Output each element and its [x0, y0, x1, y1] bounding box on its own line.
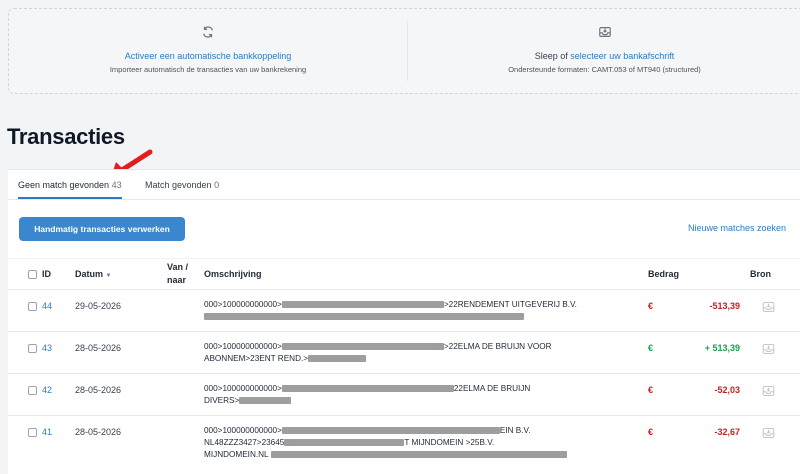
header-amount: Bedrag	[648, 269, 680, 279]
redacted-text	[281, 301, 444, 309]
auto-bank-link-title[interactable]: Activeer een automatische bankkoppeling	[9, 51, 407, 61]
desc-line2-suffix: T MIJNDOMEIN >25B.V.	[404, 438, 495, 447]
desc-prefix: 000>100000000000>	[204, 300, 282, 309]
header-date-label: Datum	[75, 269, 104, 279]
sort-down-icon: ▼	[105, 273, 112, 279]
desc-prefix: 000>100000000000>	[204, 384, 282, 393]
currency-symbol: €	[648, 427, 654, 437]
upload-formats-text: Ondersteunde formaten: CAMT.053 of MT940…	[508, 65, 701, 74]
header-source: Bron	[750, 269, 771, 279]
row-checkbox[interactable]	[28, 302, 37, 311]
row-checkbox[interactable]	[28, 344, 37, 353]
download-icon[interactable]	[762, 427, 775, 439]
redacted-text	[270, 451, 567, 459]
table-row[interactable]: 41 28-05-2026 000>100000000000> EIN B.V. …	[8, 417, 800, 474]
transaction-tabs: Geen match gevonden 43 Match gevonden 0	[8, 170, 800, 200]
desc-suffix: >22RENDEMENT UITGEVERIJ B.V.	[443, 300, 577, 309]
tab-no-match-label: Geen match gevonden	[18, 180, 110, 190]
manual-process-button[interactable]: Handmatig transacties verwerken	[19, 217, 185, 241]
table-row[interactable]: 42 28-05-2026 000>100000000000> 22ELMA DE…	[8, 375, 800, 416]
desc-suffix: EIN B.V.	[499, 426, 531, 435]
upload-statement-option[interactable]: Sleep of selecteer uw bankafschrift Onde…	[408, 9, 800, 93]
table-header: ID Datum ▼ Van / naar Omschrijving Bedrag…	[8, 258, 800, 290]
row-date: 28-05-2026	[75, 427, 122, 437]
header-id[interactable]: ID	[42, 269, 51, 279]
redacted-text	[239, 397, 292, 405]
row-checkbox[interactable]	[28, 386, 37, 395]
currency-symbol: €	[648, 343, 654, 353]
header-date[interactable]: Datum ▼	[75, 269, 111, 279]
row-amount: -513,39	[709, 301, 740, 311]
tab-no-match-count: 43	[111, 180, 122, 190]
redacted-text	[308, 355, 367, 363]
desc-suffix: 22ELMA DE BRUIJN	[453, 384, 531, 393]
row-id-link[interactable]: 42	[42, 385, 52, 395]
download-icon[interactable]	[762, 301, 775, 313]
desc-line2: ABONNEM>23ENT REND.>	[204, 354, 309, 363]
header-from-to-line1: Van /	[167, 262, 189, 272]
redacted-text	[281, 427, 500, 435]
redacted-text	[284, 439, 405, 447]
redacted-text	[281, 385, 454, 393]
page-title: Transacties	[7, 124, 125, 149]
auto-bank-link-subtitle: Importeer automatisch de transacties van…	[109, 65, 307, 74]
row-description: 000>100000000000> EIN B.V. NL48ZZZ3427>23…	[204, 425, 644, 461]
currency-symbol: €	[648, 301, 654, 311]
tab-match-found-count: 0	[214, 180, 220, 190]
desc-prefix: 000>100000000000>	[204, 426, 282, 435]
import-panel: Activeer een automatische bankkoppeling …	[8, 8, 800, 94]
select-statement-link[interactable]: selecteer uw bankafschrift	[570, 51, 674, 61]
upload-statement-title: Sleep of selecteer uw bankafschrift	[408, 51, 800, 61]
row-id-link[interactable]: 43	[42, 343, 52, 353]
row-description: 000>100000000000> >22RENDEMENT UITGEVERIJ…	[204, 299, 644, 323]
row-id-link[interactable]: 44	[42, 301, 52, 311]
row-amount: -32,67	[714, 427, 740, 437]
download-icon[interactable]	[762, 343, 775, 355]
row-amount: + 513,39	[704, 343, 740, 353]
row-date: 28-05-2026	[75, 385, 122, 395]
tab-match-found-label: Match gevonden	[145, 180, 212, 190]
transactions-card: Geen match gevonden 43 Match gevonden 0 …	[8, 169, 800, 474]
table-row[interactable]: 44 29-05-2026 000>100000000000> >22RENDEM…	[8, 291, 800, 332]
tab-match-found[interactable]: Match gevonden 0	[145, 180, 219, 197]
desc-suffix: >22ELMA DE BRUIJN VOOR	[443, 342, 552, 351]
currency-symbol: €	[648, 385, 654, 395]
sync-icon	[203, 26, 213, 38]
desc-line2: NL48ZZZ3427>23645	[204, 438, 285, 447]
tab-no-match[interactable]: Geen match gevonden 43	[18, 180, 122, 199]
desc-line2: DIVERS>	[204, 396, 240, 405]
auto-bank-link-option[interactable]: Activeer een automatische bankkoppeling …	[9, 9, 407, 93]
row-id-link[interactable]: 41	[42, 427, 52, 437]
row-date: 29-05-2026	[75, 301, 122, 311]
header-from-to: Van / naar	[167, 261, 188, 287]
find-new-matches-link[interactable]: Nieuwe matches zoeken	[688, 223, 786, 233]
row-description: 000>100000000000> 22ELMA DE BRUIJN DIVERS…	[204, 383, 644, 407]
header-from-to-line2: naar	[167, 275, 187, 285]
download-icon[interactable]	[762, 385, 775, 397]
table-row[interactable]: 43 28-05-2026 000>100000000000> >22ELMA D…	[8, 333, 800, 374]
row-amount: -52,03	[714, 385, 740, 395]
row-checkbox[interactable]	[28, 428, 37, 437]
inbox-download-icon	[598, 27, 611, 37]
desc-prefix: 000>100000000000>	[204, 342, 282, 351]
upload-title-prefix: Sleep of	[534, 51, 571, 61]
desc-line3: MIJNDOMEIN.NL	[204, 450, 269, 459]
row-description: 000>100000000000> >22ELMA DE BRUIJN VOOR …	[204, 341, 644, 365]
redacted-text	[204, 313, 524, 321]
redacted-text	[281, 343, 444, 351]
select-all-checkbox[interactable]	[28, 270, 37, 279]
header-description: Omschrijving	[204, 269, 262, 279]
row-date: 28-05-2026	[75, 343, 122, 353]
